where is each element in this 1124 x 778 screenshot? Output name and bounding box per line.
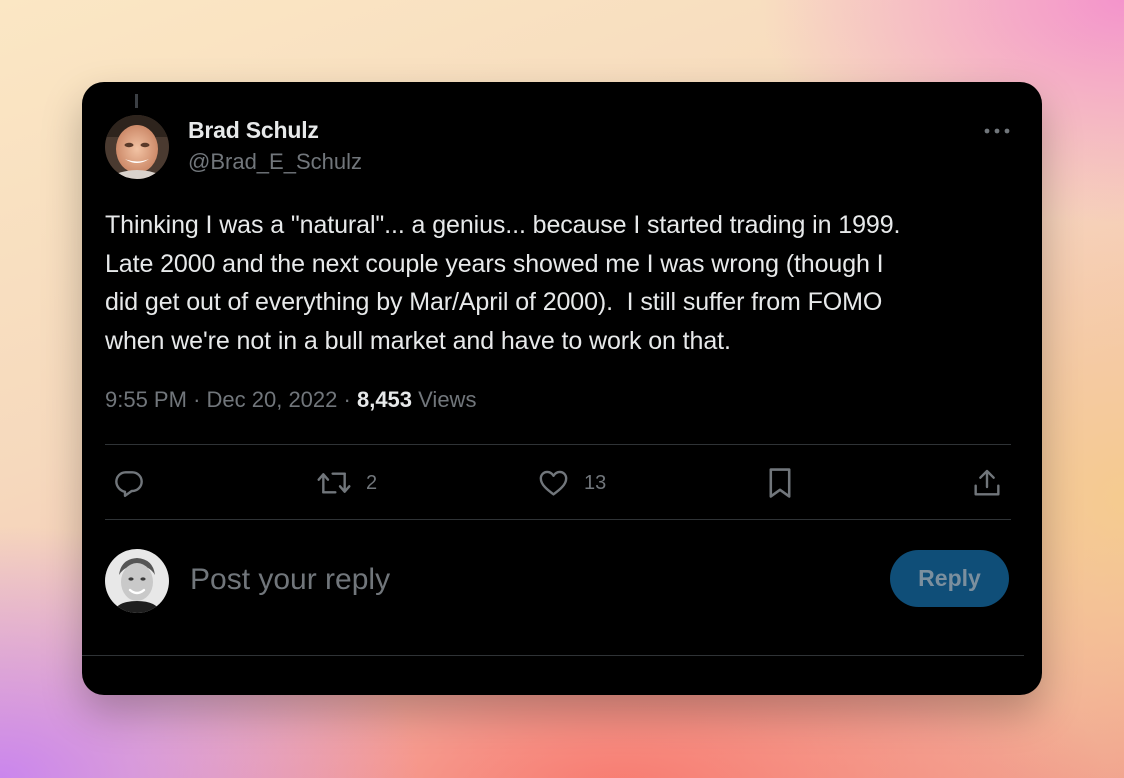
tweet-card: Brad Schulz @Brad_E_Schulz Thinking I wa…	[82, 82, 1042, 695]
current-user-avatar	[105, 549, 169, 613]
tweet-date[interactable]: Dec 20, 2022	[207, 387, 338, 412]
reply-action-button[interactable]	[113, 465, 145, 501]
meta-separator: ·	[193, 387, 201, 412]
thread-line	[135, 94, 138, 108]
share-icon	[974, 469, 1000, 496]
bookmark-icon	[769, 468, 791, 498]
more-options-button[interactable]	[980, 118, 1014, 144]
current-user-avatar-photo	[105, 549, 169, 613]
retweet-action-button[interactable]: 2	[316, 465, 377, 501]
tweet-text: Thinking I was a "natural"... a genius..…	[105, 211, 901, 355]
bookmark-action-button[interactable]	[765, 465, 795, 501]
author-avatar-photo	[105, 115, 169, 179]
heart-icon	[539, 470, 568, 496]
views-count[interactable]: 8,453	[357, 387, 412, 412]
reply-bubble-icon	[115, 471, 143, 497]
tweet-meta: 9:55 PM · Dec 20, 2022 · 8,453 Views	[105, 387, 476, 413]
retweet-icon	[317, 472, 351, 494]
share-action-button[interactable]	[971, 465, 1003, 501]
divider	[82, 655, 1024, 656]
divider	[105, 519, 1011, 520]
author-name[interactable]: Brad Schulz	[188, 117, 319, 144]
like-action-button[interactable]: 13	[537, 465, 606, 501]
author-handle[interactable]: @Brad_E_Schulz	[188, 149, 362, 175]
author-avatar[interactable]	[105, 115, 169, 179]
reply-button[interactable]: Reply	[890, 550, 1009, 607]
views-label[interactable]: Views	[418, 387, 476, 412]
reply-input[interactable]	[190, 556, 870, 604]
meta-separator: ·	[343, 387, 351, 412]
like-count: 13	[584, 471, 607, 494]
divider	[105, 444, 1011, 445]
more-options-icon	[984, 128, 1010, 134]
tweet-time[interactable]: 9:55 PM	[105, 387, 187, 412]
retweet-count: 2	[366, 471, 378, 494]
